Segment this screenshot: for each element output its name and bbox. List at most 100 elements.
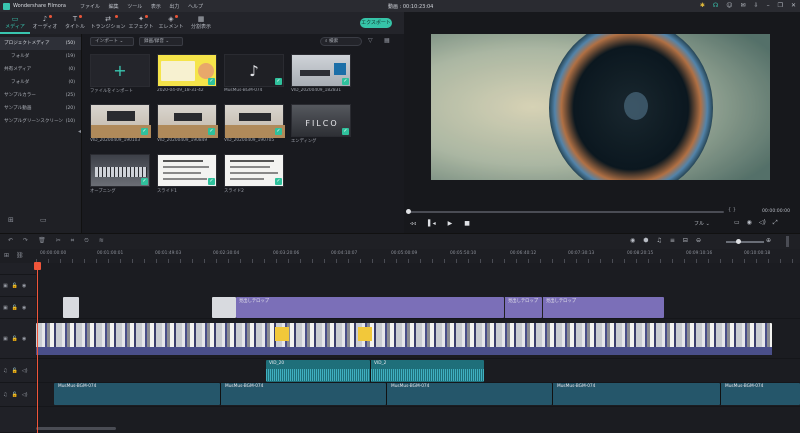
eye-icon[interactable]: ◉ [22,336,26,342]
fullscreen-icon[interactable]: ⤢ [773,219,778,227]
zoom-select[interactable]: フル ⌄ [694,220,710,227]
tab-element[interactable]: ◈ エレメント [156,12,186,34]
export-button[interactable]: エクスポート [360,18,392,28]
media-tile[interactable]: ✓ VID_20200409_190103 [90,104,151,143]
tree-item-sample-videos[interactable]: サンプル動画 (20) [0,102,81,115]
volume-icon[interactable]: ◁) [759,219,766,227]
menu-tools[interactable]: ツール [127,4,142,10]
tree-item-folder[interactable]: フォルダ (19) [0,50,81,63]
eye-icon[interactable]: ◉ [22,305,26,311]
mic-icon[interactable]: ♫ [657,237,662,244]
media-tile[interactable]: ✓ スライド2 [224,154,284,194]
speaker-icon[interactable]: ◁) [22,368,28,374]
media-tile[interactable]: ✓ VID_20200409_182831 [291,54,351,93]
delete-icon[interactable]: 🗑 [38,237,46,245]
zoom-out-icon[interactable]: ⊖ [696,237,701,244]
record-dropdown[interactable]: 録画/録音 ⌄ [139,37,183,46]
zoom-in-icon[interactable]: ⊕ [766,237,771,244]
snapshot-icon[interactable]: ◉ [747,219,752,227]
player-scrubber[interactable] [408,211,724,213]
collapse-panel-icon[interactable]: ◂ [78,128,81,135]
media-tile[interactable]: ♪ ✓ MusMus-BGM-074 [224,54,284,93]
menu-export[interactable]: 出力 [169,4,179,10]
play-icon[interactable]: ▶ [448,220,453,227]
bgm-clip[interactable]: MusMus-BGM-074 [54,383,220,405]
minimize-icon[interactable]: – [767,2,770,9]
scrubber-handle[interactable] [406,209,411,214]
render-icon[interactable]: ◉ [630,237,635,244]
audio-clip[interactable]: VID_2 [370,360,484,382]
user-icon[interactable]: ☺ [726,2,732,9]
overlay-clip[interactable] [63,297,79,318]
tree-item-sample-greenscreen[interactable]: サンプルグリーンスクリーン (10) [0,115,81,128]
marker-icon[interactable]: ⬢ [643,237,648,244]
media-tile-import[interactable]: + ファイルをインポート [90,54,150,94]
add-track-icon[interactable]: ⊞ [4,252,9,259]
timeline-scrollbar[interactable] [36,427,116,430]
playhead[interactable] [37,262,38,433]
eye-icon[interactable]: ◉ [22,283,26,289]
overlay-clip[interactable] [212,297,236,318]
menu-view[interactable]: 表示 [151,4,161,10]
mark-in-out[interactable]: { } [728,207,736,213]
headset-icon[interactable]: ☊ [713,2,718,9]
maximize-icon[interactable]: ❐ [778,2,783,9]
lock-icon[interactable]: 🔓 [12,283,18,289]
lock-icon[interactable]: 🔓 [11,392,17,398]
monitor-icon[interactable]: ▭ [734,219,740,227]
bgm-clip[interactable]: MusMus-BGM-074 [220,383,386,405]
tab-split[interactable]: ▦ 分割表示 [186,12,216,34]
title-clip[interactable]: 見出しテロップ [504,297,542,318]
grid-view-icon[interactable]: ▦ [384,37,390,44]
timeline-ruler[interactable]: ⊞ ⛓ 00:00:00:00 00:01:00:01 00:01:49:03 … [0,249,800,263]
tab-effect[interactable]: ✦ エフェクト [126,12,156,34]
open-folder-icon[interactable]: ▭ [40,216,47,224]
import-dropdown[interactable]: インポート ⌄ [90,37,134,46]
speaker-icon[interactable]: ◁) [22,392,28,398]
filter-icon[interactable]: ▽ [368,37,373,44]
tab-audio[interactable]: ♪ オーディオ [30,12,60,34]
tab-title[interactable]: T タイトル [60,12,90,34]
lock-icon[interactable]: 🔓 [12,305,18,311]
menu-file[interactable]: ファイル [80,4,100,10]
tab-media[interactable]: ▭ メディア [0,12,30,34]
bulb-icon[interactable]: ✱ [700,2,705,9]
rewind-icon[interactable]: ◃◃ [410,220,416,227]
media-tile[interactable]: ✓ スライド1 [157,154,217,194]
bgm-clip[interactable]: MusMus-BGM-074 [552,383,720,405]
redo-icon[interactable]: ↷ [23,237,28,245]
tree-item-shared-media[interactable]: 共有メディア (0) [0,63,81,76]
lock-icon[interactable]: 🔓 [11,368,17,374]
bgm-clip[interactable]: MusMus-BGM-074 [720,383,800,405]
step-back-icon[interactable]: ▌◂ [428,220,436,227]
zoom-slider-handle[interactable] [736,239,741,244]
title-clip[interactable]: 見出しテロップ [236,297,504,318]
media-tile[interactable]: ✓ オープニング [90,154,150,194]
lock-icon[interactable]: 🔓 [12,336,18,342]
playhead-handle[interactable] [34,262,41,270]
media-tile[interactable]: FILCO ✓ エンディング [291,104,351,144]
zoom-slider[interactable] [726,241,764,243]
bgm-clip[interactable]: MusMus-BGM-074 [386,383,552,405]
download-icon[interactable]: ⇩ [754,2,759,9]
media-tile[interactable]: ✓ 2020-04-09_18-31-42 [157,54,217,93]
search-input[interactable]: ⌕ 検索 [320,37,362,46]
stop-icon[interactable]: ■ [464,220,470,227]
panel-grip[interactable] [786,236,789,247]
media-tile[interactable]: ✓ VID_20200409_190849 [157,104,218,143]
undo-icon[interactable]: ↶ [8,237,13,245]
tree-item-shared-folder[interactable]: フォルダ (0) [0,76,81,89]
menu-edit[interactable]: 編集 [109,4,119,10]
title-clip[interactable]: 見出しテロップ [542,297,664,318]
tree-item-sample-colors[interactable]: サンプルカラー (25) [0,89,81,102]
speed-icon[interactable]: ⏲ [84,237,89,245]
mail-icon[interactable]: ✉ [741,2,746,9]
voiceover-icon[interactable]: ≡ [670,237,675,244]
media-tile[interactable]: ✓ VID_20200409_190705 [224,104,285,143]
menu-help[interactable]: ヘルプ [188,4,203,10]
tree-item-project-media[interactable]: プロジェクトメディア (50) [0,37,81,50]
tab-transition[interactable]: ⇄ トランジション [90,12,126,34]
link-icon[interactable]: ⛓ [16,252,24,259]
new-folder-icon[interactable]: ⊞ [8,216,14,224]
audio-wave-icon[interactable]: ≋ [99,237,104,245]
